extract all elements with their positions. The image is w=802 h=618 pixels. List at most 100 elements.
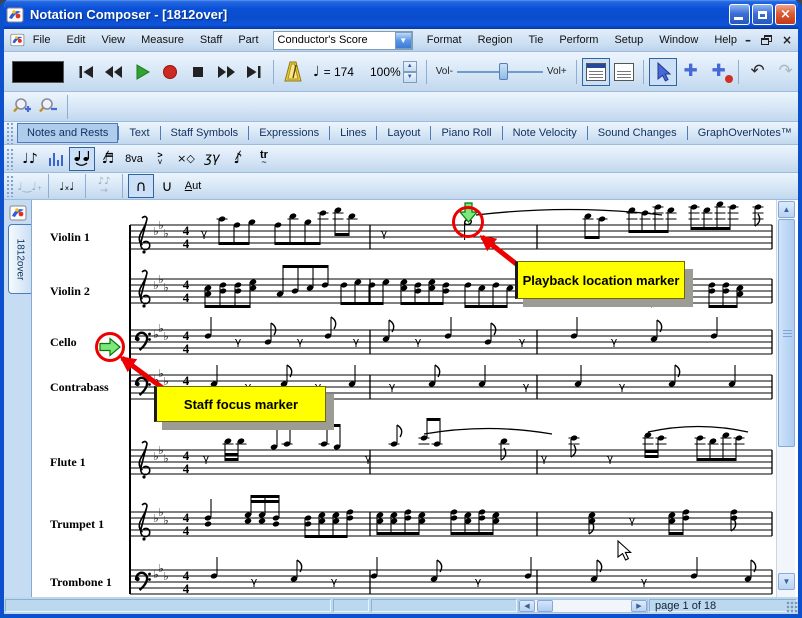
select-tool-button[interactable]	[649, 58, 677, 86]
menu-measure[interactable]: Measure	[133, 31, 192, 49]
menu-window[interactable]: Window	[651, 31, 706, 49]
redo-button[interactable]: ↷	[772, 58, 800, 86]
go-to-end-button[interactable]	[240, 58, 268, 86]
menu-edit[interactable]: Edit	[58, 31, 93, 49]
play-button[interactable]	[128, 58, 156, 86]
menu-format[interactable]: Format	[419, 31, 470, 49]
tab-sound-changes[interactable]: Sound Changes	[588, 123, 687, 143]
close-button[interactable]: ×	[775, 4, 796, 25]
toolbar-drag-handle[interactable]	[6, 148, 13, 170]
scroll-left-icon[interactable]: ◀	[519, 600, 535, 612]
tab-note-velocity[interactable]: Note Velocity	[503, 123, 587, 143]
add-note-button[interactable]: ✚	[677, 58, 705, 86]
tab-graphovernotes-[interactable]: GraphOverNotes™	[688, 123, 802, 143]
octave-button[interactable]: 8va	[121, 147, 147, 171]
resize-grip[interactable]	[786, 601, 798, 613]
notehead-shape-button[interactable]: ×◇	[173, 147, 199, 171]
horizontal-scroll-thumb[interactable]	[537, 600, 553, 612]
volume-slider[interactable]	[457, 63, 543, 80]
tab-staff-symbols[interactable]: Staff Symbols	[161, 123, 249, 143]
tab-piano-roll[interactable]: Piano Roll	[431, 123, 501, 143]
menu-tie[interactable]: Tie	[520, 31, 551, 49]
mdi-restore-icon[interactable]	[761, 35, 772, 45]
menu-setup[interactable]: Setup	[606, 31, 651, 49]
plus-icon: ✚	[684, 63, 698, 80]
auto-tie-button[interactable]: Aut	[180, 174, 206, 198]
tab-notes-and-rests[interactable]: Notes and Rests	[17, 123, 118, 143]
scroll-up-icon[interactable]: ▲	[778, 201, 795, 218]
menu-perform[interactable]: Perform	[551, 31, 606, 49]
maximize-button[interactable]	[752, 4, 773, 25]
vertical-scroll-thumb[interactable]	[778, 219, 795, 447]
music-notation[interactable]: Violin 1♭♭♭44γγViolin 2♭♭♭44γCello♭♭♭44γ…	[32, 200, 776, 597]
vertical-scrollbar[interactable]: ▲ ▼	[776, 200, 795, 597]
spinner-down-icon: ▼	[403, 72, 417, 83]
volume-slider-thumb[interactable]	[499, 63, 508, 80]
toolbar-drag-handle[interactable]	[6, 175, 13, 197]
rewind-button[interactable]	[100, 58, 128, 86]
tab-layout[interactable]: Layout	[377, 123, 430, 143]
tie-toolbar: ♩‿♩₊ ♩ₓ♩ ♪♪→ ∩ ∪ Aut	[4, 173, 798, 200]
grace-slash-button[interactable]: ♪∕	[225, 147, 251, 171]
playback-marker-callout: Playback location marker	[515, 261, 685, 299]
rests-button[interactable]: ʒγ	[199, 147, 225, 171]
menu-view[interactable]: View	[93, 31, 133, 49]
document-tab[interactable]: 1812over	[8, 224, 31, 294]
zoom-in-button[interactable]	[10, 95, 36, 119]
combo-dropdown-icon[interactable]: ▼	[395, 32, 412, 49]
delete-tie-button[interactable]: ♩ₓ♩	[54, 174, 80, 198]
scroll-down-icon[interactable]: ▼	[778, 573, 795, 590]
metronome-button[interactable]	[279, 58, 307, 86]
menu-part[interactable]: Part	[230, 31, 266, 49]
tempo-indicator[interactable]: ♩ = 174	[313, 65, 354, 79]
record-button[interactable]	[156, 58, 184, 86]
note-attack-button[interactable]	[43, 147, 69, 171]
edit-view-button[interactable]	[610, 58, 638, 86]
mdi-close-icon[interactable]: ×	[782, 34, 792, 46]
go-to-start-button[interactable]	[72, 58, 100, 86]
svg-text:Violin 2: Violin 2	[50, 284, 90, 298]
fast-forward-button[interactable]	[212, 58, 240, 86]
notehead-shapes-icon: ×◇	[177, 153, 195, 164]
grace-note-button[interactable]: ♬∕	[95, 147, 121, 171]
page-view-button[interactable]	[582, 58, 610, 86]
tie-under-button[interactable]: ∪	[154, 174, 180, 198]
document-icon-small[interactable]	[9, 204, 27, 222]
note-duration-button[interactable]: ♩♪	[17, 147, 43, 171]
tab-expressions[interactable]: Expressions	[249, 123, 329, 143]
svg-text:γ: γ	[251, 575, 258, 588]
copy-ties-button[interactable]: ♪♪→	[91, 174, 117, 198]
svg-text:γ: γ	[607, 452, 614, 465]
octave-label: 8va	[125, 153, 143, 165]
mdi-minimize-icon[interactable]: –	[745, 34, 751, 46]
document-icon[interactable]	[10, 32, 25, 48]
tab-text[interactable]: Text	[119, 123, 159, 143]
undo-button[interactable]: ↶	[744, 58, 772, 86]
stop-button[interactable]	[184, 58, 212, 86]
horizontal-scrollbar[interactable]: ◀ ▶	[518, 599, 648, 613]
tab-lines[interactable]: Lines	[330, 123, 376, 143]
score-view-selector[interactable]: Conductor's Score ▼	[273, 31, 413, 50]
svg-text:γ: γ	[235, 335, 242, 348]
add-note-record-button[interactable]: ✚	[705, 58, 733, 86]
menu-help[interactable]: Help	[706, 31, 745, 49]
minimize-button[interactable]	[729, 4, 750, 25]
toolbar-drag-handle[interactable]	[6, 122, 13, 144]
menu-file[interactable]: File	[25, 31, 59, 49]
zoom-spinner[interactable]: ▲▼	[403, 61, 417, 83]
insert-note-button[interactable]	[69, 147, 95, 171]
trill-button[interactable]: tr~	[251, 147, 277, 171]
menu-region[interactable]: Region	[470, 31, 521, 49]
mdi-window-controls: – ×	[745, 34, 792, 46]
scroll-right-icon[interactable]: ▶	[631, 600, 647, 612]
score-page[interactable]: Violin 1♭♭♭44γγViolin 2♭♭♭44γCello♭♭♭44γ…	[32, 200, 776, 597]
zoom-level[interactable]: 100%	[370, 65, 401, 79]
redo-icon: ↷	[779, 63, 793, 80]
zoom-out-button[interactable]	[36, 95, 62, 119]
articulation-button[interactable]: >v	[147, 147, 173, 171]
menu-staff[interactable]: Staff	[192, 31, 230, 49]
tie-over-button[interactable]: ∩	[128, 174, 154, 198]
volume-control: Vol- Vol+	[436, 63, 567, 80]
svg-text:γ: γ	[353, 335, 360, 348]
add-tie-button[interactable]: ♩‿♩₊	[17, 174, 43, 198]
